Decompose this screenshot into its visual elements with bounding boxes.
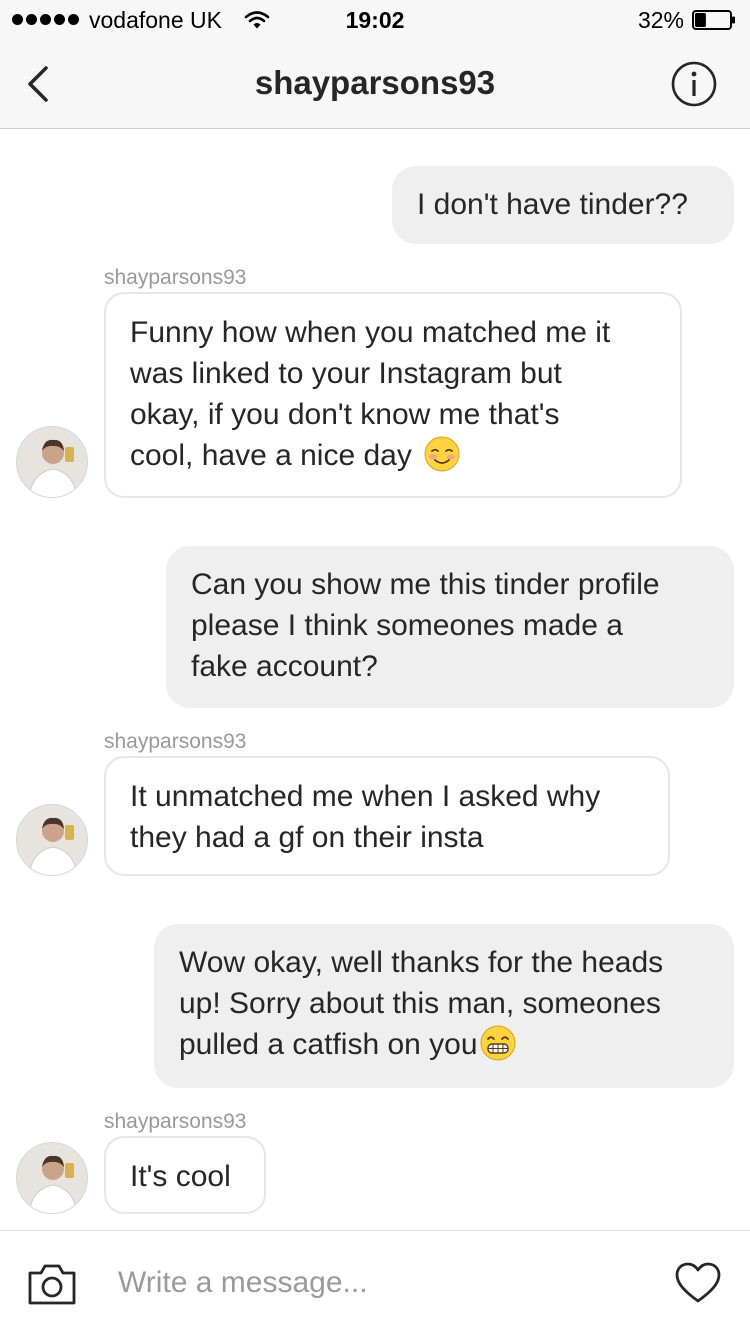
conversation-title[interactable]: shayparsons93	[0, 64, 750, 102]
message-text: I don't have tinder??	[417, 188, 688, 221]
incoming-message[interactable]: It unmatched me when I asked why they ha…	[104, 756, 670, 876]
outgoing-message[interactable]: Wow okay, well thanks for the heads up! …	[154, 924, 734, 1088]
message-line: Funny how when you matched me it	[130, 316, 611, 349]
message-line: they had a gf on their insta	[130, 821, 484, 854]
info-icon[interactable]	[670, 60, 718, 108]
incoming-message[interactable]: Funny how when you matched me it was lin…	[104, 292, 682, 498]
message-line: Can you show me this tinder profile	[191, 568, 660, 601]
sender-avatar[interactable]	[16, 804, 88, 876]
battery-level-fill	[695, 13, 706, 27]
outgoing-message[interactable]: Can you show me this tinder profile plea…	[166, 546, 734, 708]
conversation-header: shayparsons93	[0, 40, 750, 129]
message-line: was linked to your Instagram but	[130, 357, 562, 390]
message-line: please I think someones made a	[191, 609, 623, 642]
message-line: cool, have a nice day	[130, 439, 412, 472]
grimacing-emoji-icon	[480, 1025, 516, 1061]
message-line: okay, if you don't know me that's	[130, 398, 560, 431]
battery-icon	[692, 10, 735, 30]
message-line: Wow okay, well thanks for the heads	[179, 946, 664, 979]
sender-avatar[interactable]	[16, 426, 88, 498]
camera-icon[interactable]	[26, 1261, 78, 1307]
message-composer	[0, 1230, 750, 1335]
person-avatar-icon	[17, 805, 87, 875]
sender-name: shayparsons93	[104, 266, 247, 289]
sender-name: shayparsons93	[104, 1110, 247, 1133]
sender-avatar[interactable]	[16, 1142, 88, 1214]
message-line: It unmatched me when I asked why	[130, 780, 601, 813]
message-text: It's cool	[130, 1160, 231, 1193]
incoming-message[interactable]: It's cool	[104, 1136, 266, 1214]
message-line: up! Sorry about this man, someones	[179, 987, 661, 1020]
heart-icon[interactable]	[674, 1261, 722, 1305]
message-line: pulled a catfish on you	[179, 1028, 478, 1061]
smiling-blush-emoji-icon	[424, 436, 460, 472]
message-input[interactable]	[118, 1257, 638, 1309]
person-avatar-icon	[17, 427, 87, 497]
outgoing-message[interactable]: I don't have tinder??	[392, 166, 734, 244]
sender-name: shayparsons93	[104, 730, 247, 753]
message-line: fake account?	[191, 650, 378, 683]
person-avatar-icon	[17, 1143, 87, 1213]
battery-percentage: 32%	[637, 7, 684, 33]
status-bar: vodafone UK 19:02 32%	[0, 0, 750, 40]
